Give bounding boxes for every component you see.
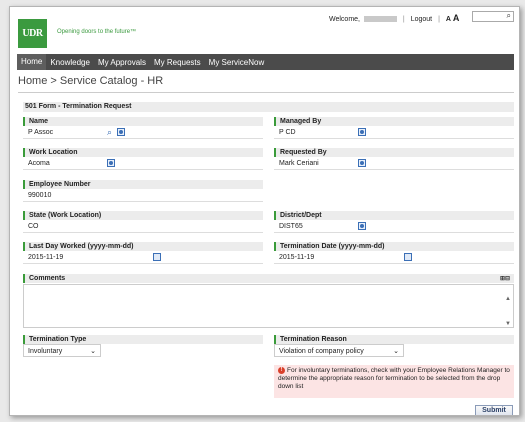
district-value: DIST65	[279, 223, 303, 230]
employee-number-value: 990010	[28, 192, 52, 199]
termination-type-label: Termination Type	[23, 335, 263, 344]
termination-type-field: Termination Type Involuntary ⌄	[23, 335, 263, 357]
state-field: State (Work Location) CO	[23, 211, 263, 233]
reference-info-icon[interactable]	[117, 128, 125, 136]
termination-date-input[interactable]: 2015-11-19	[274, 251, 514, 264]
submit-button[interactable]: Submit	[475, 405, 513, 415]
form-title: 501 Form - Termination Request	[23, 102, 514, 112]
chevron-down-icon: ⌄	[393, 348, 399, 355]
work-location-label: Work Location	[23, 148, 263, 157]
browser-frame: UDR Opening doors to the future™ Welcome…	[9, 6, 520, 416]
district-field: District/Dept DIST65	[274, 211, 514, 233]
tagline: Opening doors to the future™	[57, 29, 137, 35]
comments-textarea[interactable]	[23, 284, 514, 328]
error-icon: !	[278, 367, 285, 374]
calendar-icon[interactable]	[153, 253, 161, 261]
reference-info-icon[interactable]	[358, 222, 366, 230]
chevron-down-icon: ⌄	[90, 348, 96, 355]
state-value: CO	[28, 223, 39, 230]
redacted-username	[363, 16, 397, 23]
employee-number-input[interactable]: 990010	[23, 189, 263, 202]
scroll-up-icon[interactable]: ▲	[505, 296, 511, 302]
udr-logo[interactable]: UDR	[18, 19, 47, 48]
state-input[interactable]: CO	[23, 220, 263, 233]
last-day-worked-label: Last Day Worked (yyyy-mm-dd)	[23, 242, 263, 251]
error-message-box: ! For involuntary terminations, check wit…	[274, 365, 514, 398]
reference-info-icon[interactable]	[358, 159, 366, 167]
managed-by-input[interactable]: P CD	[274, 126, 514, 139]
work-location-input[interactable]: Acoma	[23, 157, 263, 170]
managed-by-field: Managed By P CD	[274, 117, 514, 139]
last-day-worked-field: Last Day Worked (yyyy-mm-dd) 2015-11-19	[23, 242, 263, 264]
name-field: Name P Assoc ⌕	[23, 117, 263, 139]
font-size-small-button[interactable]: A	[446, 16, 451, 23]
calendar-icon[interactable]	[404, 253, 412, 261]
search-icon[interactable]: ⌕	[107, 126, 112, 139]
termination-type-select[interactable]: Involuntary ⌄	[23, 344, 101, 357]
divider: |	[438, 16, 440, 23]
termination-date-value: 2015-11-19	[279, 254, 315, 261]
requested-by-label: Requested By	[274, 148, 514, 157]
termination-reason-label: Termination Reason	[274, 335, 514, 344]
work-location-field: Work Location Acoma	[23, 148, 263, 170]
nav-knowledge[interactable]: Knowledge	[46, 58, 94, 67]
termination-date-field: Termination Date (yyyy-mm-dd) 2015-11-19	[274, 242, 514, 264]
logout-link[interactable]: Logout	[411, 16, 432, 23]
termination-reason-select[interactable]: Violation of company policy ⌄	[274, 344, 404, 357]
termination-reason-field: Termination Reason Violation of company …	[274, 335, 514, 357]
employee-number-field: Employee Number 990010	[23, 180, 263, 202]
employee-number-label: Employee Number	[23, 180, 263, 189]
error-message-text: For involuntary terminations, check with…	[278, 367, 510, 391]
divider	[18, 92, 514, 93]
managed-by-label: Managed By	[274, 117, 514, 126]
reference-info-icon[interactable]	[107, 159, 115, 167]
divider: |	[402, 16, 405, 23]
breadcrumb: Home > Service Catalog - HR	[18, 75, 164, 87]
header: UDR Opening doors to the future™ Welcome…	[10, 7, 519, 53]
district-label: District/Dept	[274, 211, 514, 220]
work-location-value: Acoma	[28, 160, 50, 167]
comments-label: Comments ⊞⊟	[23, 274, 514, 283]
state-label: State (Work Location)	[23, 211, 263, 220]
nav-my-requests[interactable]: My Requests	[150, 58, 205, 67]
nav-home[interactable]: Home	[17, 54, 47, 70]
reference-info-icon[interactable]	[358, 128, 366, 136]
expand-collapse-icon[interactable]: ⊞⊟	[500, 275, 510, 284]
nav-my-servicenow[interactable]: My ServiceNow	[205, 58, 269, 67]
termination-reason-value: Violation of company policy	[279, 348, 364, 355]
search-icon[interactable]: ⌕	[507, 11, 511, 21]
name-value: P Assoc	[28, 129, 54, 136]
termination-date-label: Termination Date (yyyy-mm-dd)	[274, 242, 514, 251]
managed-by-value: P CD	[279, 129, 296, 136]
welcome-text: Welcome,	[329, 16, 360, 23]
search-input[interactable]: ⌕	[472, 11, 514, 22]
requested-by-value: Mark Ceriani	[279, 160, 319, 167]
name-label: Name	[23, 117, 263, 126]
district-input[interactable]: DIST65	[274, 220, 514, 233]
comments-field: Comments ⊞⊟ ▲ ▼	[23, 274, 514, 329]
last-day-worked-value: 2015-11-19	[28, 254, 64, 261]
name-input[interactable]: P Assoc ⌕	[23, 126, 263, 139]
user-bar: Welcome, | Logout | A A	[329, 13, 459, 23]
comments-label-text: Comments	[29, 275, 66, 282]
main-nav: Home Knowledge My Approvals My Requests …	[17, 54, 514, 70]
last-day-worked-input[interactable]: 2015-11-19	[23, 251, 263, 264]
requested-by-input[interactable]: Mark Ceriani	[274, 157, 514, 170]
font-size-large-button[interactable]: A	[453, 13, 460, 23]
scroll-down-icon[interactable]: ▼	[505, 321, 511, 327]
nav-my-approvals[interactable]: My Approvals	[94, 58, 150, 67]
termination-type-value: Involuntary	[28, 348, 63, 355]
requested-by-field: Requested By Mark Ceriani	[274, 148, 514, 170]
